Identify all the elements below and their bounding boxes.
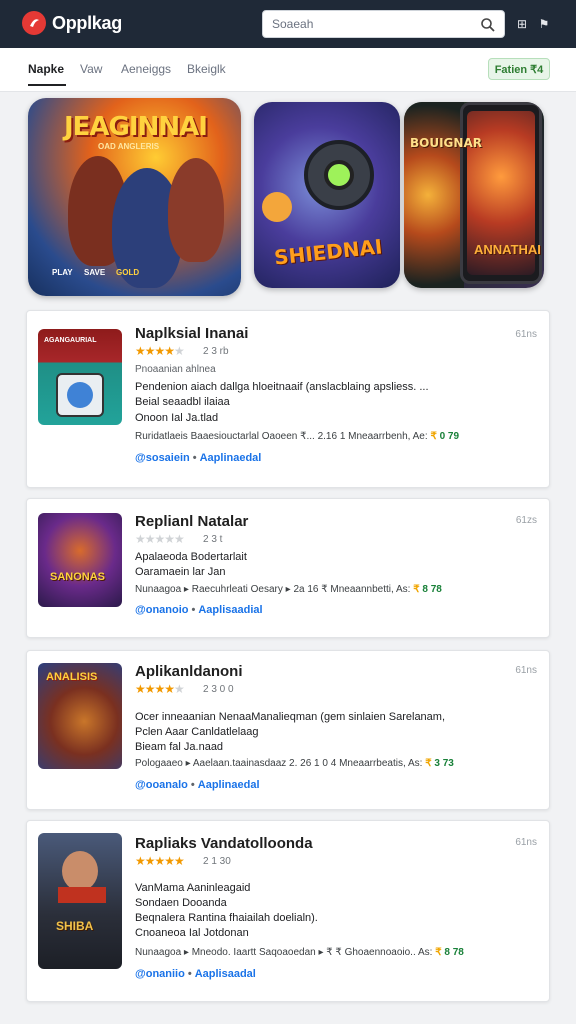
rating-count: 2 1 30 [203, 856, 231, 867]
app-links[interactable]: @onaniio • Aaplisaadal [135, 968, 256, 980]
background-art-icon [404, 102, 464, 288]
app-card-1[interactable]: AGANGAURIAL Naplksial Inanai 61ns ★★★★★ … [26, 310, 550, 488]
description-line: Bieam fal Ja.naad [135, 741, 224, 753]
star-rating: ★★★★★ [135, 344, 185, 358]
banner-subtitle: OAD ANGLERIS [98, 142, 160, 151]
developer-link[interactable]: @onaniio [135, 968, 185, 980]
app-title[interactable]: Aplikanldanoni [135, 663, 243, 680]
description-line: Oaramaein lar Jan [135, 566, 226, 578]
star-rating: ★★★★★ [135, 532, 185, 546]
developer-link[interactable]: @onanoio [135, 604, 189, 616]
app-icon[interactable]: SANONAS [38, 513, 122, 607]
description-line: Onoon Ial Ja.tlad [135, 412, 219, 424]
app-title[interactable]: Opplkag [52, 13, 122, 34]
tab-napke[interactable]: Napke [28, 62, 64, 76]
character-icon [62, 851, 98, 891]
tab-aeneiggs[interactable]: Aeneiggs [121, 62, 171, 76]
app-icon[interactable]: SHIBA [38, 833, 122, 969]
app-tagline: Pnoaanian ahlnea [135, 364, 216, 375]
filter-button[interactable]: Fatien ₹4 [488, 58, 550, 80]
app-meta: Nunaagoa ▸ Raecuhrleati Oesary ▸ 2a 16 ₹… [135, 584, 442, 595]
app-title[interactable]: Rapliaks Vandatolloonda [135, 835, 313, 852]
coin-icon: ₹ [435, 947, 442, 958]
app-card-4[interactable]: SHIBA Rapliaks Vandatolloonda 61ns ★★★★★… [26, 820, 550, 1002]
app-meta: Pologaaeo ▸ Aaelaan.taainasdaaz 2. 26 1 … [135, 758, 454, 769]
app-card-2[interactable]: SANONAS Replianl Natalar 61zs ★★★★★ 2 3 … [26, 498, 550, 638]
warrior-figure-icon [168, 158, 224, 262]
banner-title: SHIEDNAI [273, 234, 384, 270]
description-line: Ocer inneaanian NenaaManalieqman (gem si… [135, 711, 446, 723]
banner-tag: GOLD [116, 268, 140, 277]
search-icon[interactable] [480, 17, 496, 33]
featured-banner-3[interactable]: BOUIGNAR ANNATHAI [404, 102, 544, 288]
app-meta: Nunaagoa ▸ Mneodo. Iaartt Saqoaoedan ▸ ₹… [135, 947, 464, 958]
price: 3 73 [434, 758, 454, 769]
active-tab-indicator [28, 84, 66, 86]
app-links[interactable]: @onanoio • Aaplisaadial [135, 604, 263, 616]
description-line: Beqnalera Rantina fhaiailah doelialn). [135, 912, 318, 924]
rating-count: 2 3 rb [203, 346, 229, 357]
banner-tag: PLAY [52, 268, 73, 277]
description-line: Cnoaneoa Ial Jotdonan [135, 927, 249, 939]
top-bar: Opplkag Soaeah ⊞ ⚑ [0, 0, 576, 48]
category-link[interactable]: Aaplinaedal [198, 779, 260, 791]
app-title[interactable]: Naplksial Inanai [135, 325, 248, 342]
description-line: VanMama Aaninleagaid [135, 882, 251, 894]
developer-link[interactable]: @ooanalo [135, 779, 188, 791]
app-title[interactable]: Replianl Natalar [135, 513, 248, 530]
search-field[interactable]: Soaeah [262, 10, 505, 38]
app-card-3[interactable]: ANALISIS Aplikanldanoni 61ns ★★★★★ 2 3 0… [26, 650, 550, 810]
price: 8 78 [444, 947, 464, 958]
rating-count: 2 3 0 0 [203, 684, 234, 695]
app-links[interactable]: @ooanalo • Aaplinaedal [135, 779, 260, 791]
grid-icon[interactable]: ⊞ [514, 16, 530, 32]
app-size: 61ns [515, 665, 537, 676]
featured-banner-2[interactable]: SHIEDNAI [254, 102, 400, 288]
description-line: Sondaen Dooanda [135, 897, 227, 909]
banner-tag: SAVE [84, 268, 106, 277]
tab-bkeiglk[interactable]: Bkeiglk [187, 62, 226, 76]
description-line: Pclen Aaar Canldatlelaag [135, 726, 259, 738]
price: 0 79 [439, 431, 460, 442]
coin-icon: ₹ [425, 758, 432, 769]
app-links[interactable]: @sosaiein • Aaplinaedal [135, 452, 261, 464]
app-icon[interactable]: ANALISIS [38, 663, 122, 769]
app-icon[interactable]: AGANGAURIAL [38, 329, 122, 425]
category-link[interactable]: Aaplisaadial [198, 604, 262, 616]
price: 8 78 [422, 584, 442, 595]
app-size: 61ns [515, 329, 537, 340]
category-link[interactable]: Aaplisaadal [195, 968, 256, 980]
explosion-icon [262, 192, 292, 222]
device-icon [56, 373, 104, 417]
app-size: 61zs [515, 515, 537, 526]
tab-vaw[interactable]: Vaw [80, 62, 102, 76]
coin-icon: ₹ [430, 431, 437, 442]
featured-banner-1[interactable]: JEAGINNAI OAD ANGLERIS PLAY SAVE GOLD [28, 98, 241, 296]
description-line: Apalaeoda Bodertarlait [135, 551, 247, 563]
search-input[interactable]: Soaeah [272, 17, 313, 31]
description-line: Pendenion aiach dallga hloeitnaaif (ansl… [135, 381, 429, 393]
description-line: Beial seaadbl ilaiaa [135, 396, 230, 408]
star-rating: ★★★★★ [135, 854, 185, 868]
rating-count: 2 3 t [203, 534, 223, 545]
banner-subtitle: ANNATHAI [474, 242, 541, 257]
star-rating: ★★★★★ [135, 682, 185, 696]
category-link[interactable]: Aaplinaedal [200, 452, 262, 464]
coin-icon: ₹ [413, 584, 420, 595]
bell-icon[interactable]: ⚑ [536, 16, 552, 32]
app-meta: Ruridatlaeis Baaesiouctarlal Oaoeen ₹...… [135, 431, 460, 442]
app-logo-icon[interactable] [22, 11, 46, 35]
banner-title: BOUIGNAR [410, 136, 482, 150]
banner-title: JEAGINNAI [64, 112, 208, 142]
app-size: 61ns [515, 837, 537, 848]
developer-link[interactable]: @sosaiein [135, 452, 190, 464]
cannon-icon [304, 140, 374, 210]
